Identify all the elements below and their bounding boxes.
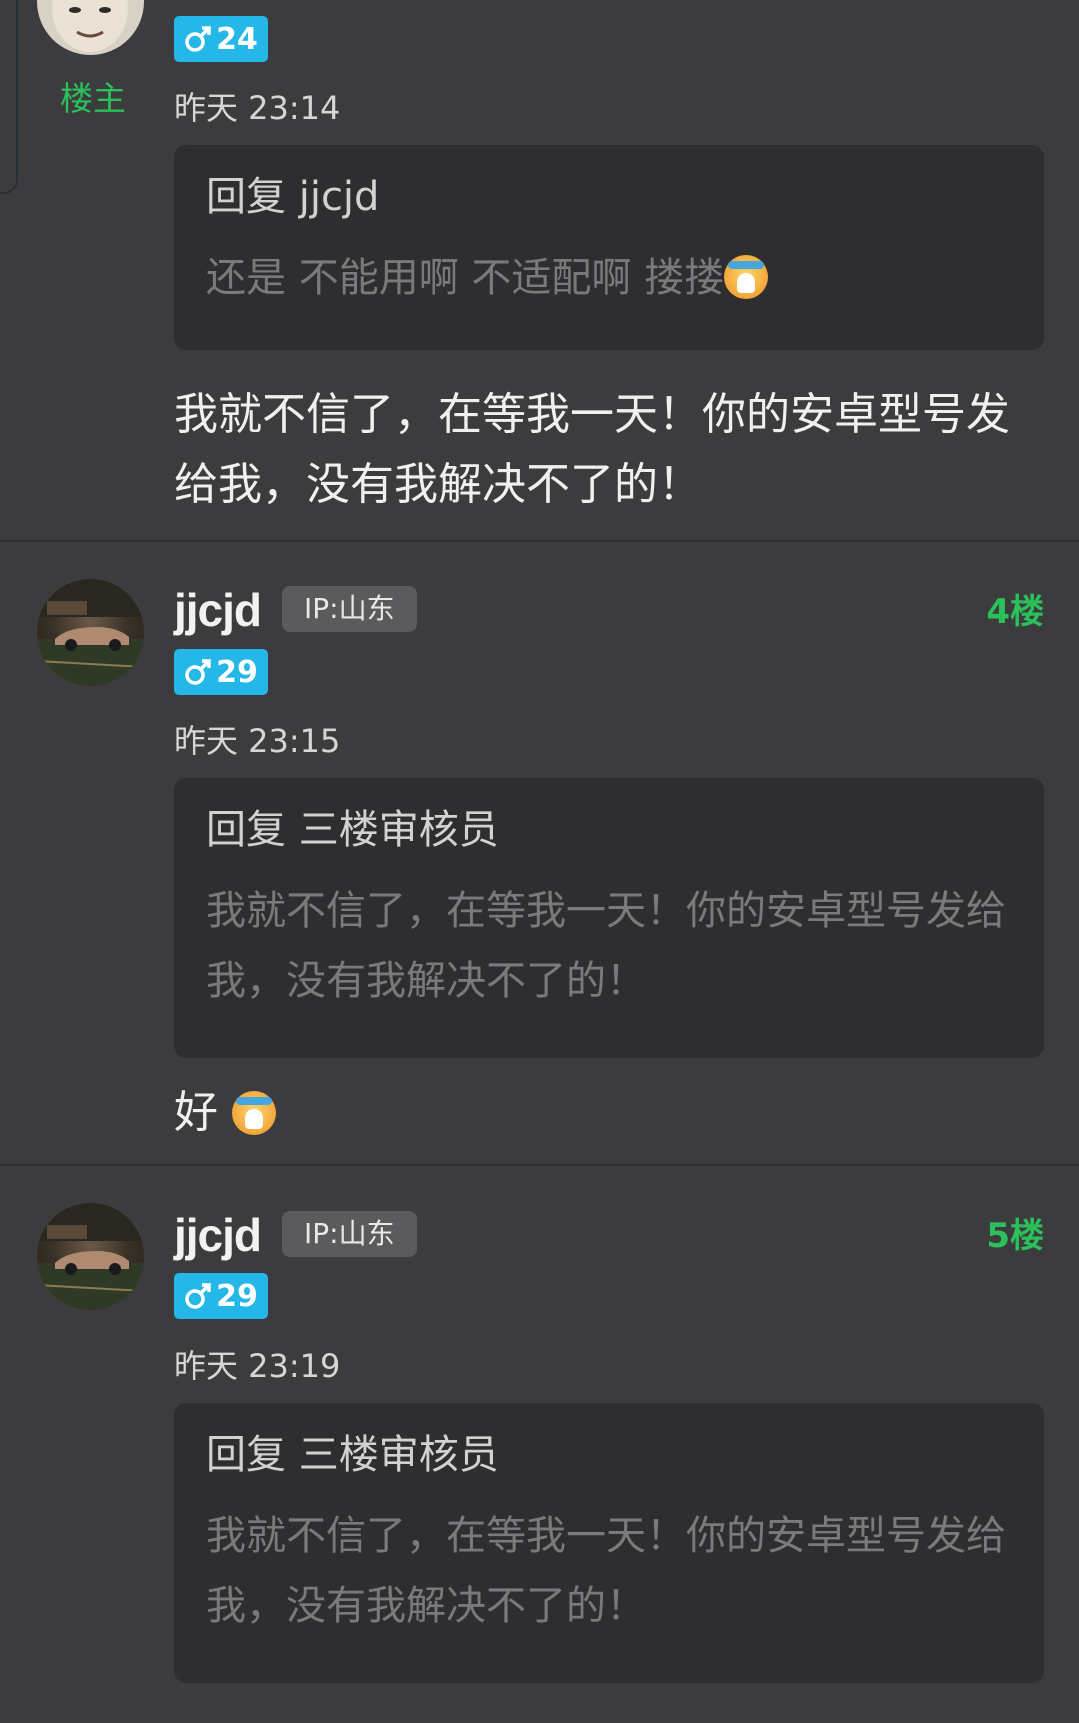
quoted-reply[interactable]: 回复 jjcjd 还是 不能用啊 不适配啊 搂搂 xyxy=(174,145,1044,350)
quote-body: 我就不信了，在等我一天！你的安卓型号发给我，没有我解决不了的！ xyxy=(206,1513,1006,1629)
post-time: 昨天 23:19 xyxy=(174,1347,341,1385)
gender-age-badge: 24 xyxy=(174,16,268,62)
op-badge: 楼主 xyxy=(60,79,126,118)
divider xyxy=(0,540,1079,542)
quote-body-text: 还是 不能用啊 不适配啊 搂搂 xyxy=(206,255,725,301)
avatar-face-icon xyxy=(52,0,128,52)
crying-face-icon xyxy=(724,255,769,299)
male-icon xyxy=(185,1283,211,1309)
ip-location-badge: IP:山东 xyxy=(282,1211,417,1257)
thread-replies: 楼主 24 昨天 23:14 回复 jjcjd 还是 不能用啊 不适配啊 搂搂 … xyxy=(0,0,1079,1723)
post-time: 昨天 23:14 xyxy=(174,89,341,127)
floor-number: 4楼 xyxy=(986,592,1044,632)
crying-face-icon xyxy=(232,1091,276,1135)
male-icon xyxy=(185,659,211,685)
post-time: 昨天 23:15 xyxy=(174,722,341,760)
quote-title: 回复 三楼审核员 xyxy=(206,1432,499,1478)
post-content: 我就不信了，在等我一天！你的安卓型号发给我，没有我解决不了的！ xyxy=(174,389,1010,510)
gender-age-badge: 29 xyxy=(174,1273,268,1319)
quote-body: 我就不信了，在等我一天！你的安卓型号发给我，没有我解决不了的！ xyxy=(206,888,1006,1004)
floor-number: 5楼 xyxy=(986,1216,1044,1256)
quoted-reply[interactable]: 回复 三楼审核员 我就不信了，在等我一天！你的安卓型号发给我，没有我解决不了的！ xyxy=(174,778,1044,1058)
age-value: 29 xyxy=(216,654,258,690)
avatar[interactable] xyxy=(37,579,144,686)
post-content: 好 xyxy=(174,1078,1044,1148)
username[interactable]: jjcjd xyxy=(174,1208,262,1262)
divider xyxy=(0,1164,1079,1166)
car-avatar-icon xyxy=(37,1203,144,1310)
male-icon xyxy=(185,26,211,52)
quote-title: 回复 jjcjd xyxy=(206,174,380,220)
age-value: 29 xyxy=(216,1278,258,1314)
username[interactable]: jjcjd xyxy=(174,583,262,637)
quoted-reply[interactable]: 回复 三楼审核员 我就不信了，在等我一天！你的安卓型号发给我，没有我解决不了的！ xyxy=(174,1403,1044,1683)
car-avatar-icon xyxy=(37,579,144,686)
side-drawer-handle[interactable] xyxy=(0,0,18,194)
quote-title: 回复 三楼审核员 xyxy=(206,807,499,853)
avatar[interactable] xyxy=(37,1203,144,1310)
gender-age-badge: 29 xyxy=(174,649,268,695)
post-content-text: 好 xyxy=(174,1087,218,1138)
avatar[interactable] xyxy=(37,0,144,55)
age-value: 24 xyxy=(216,21,258,57)
ip-location-badge: IP:山东 xyxy=(282,586,417,632)
quote-body: 还是 不能用啊 不适配啊 搂搂 xyxy=(206,243,1012,313)
